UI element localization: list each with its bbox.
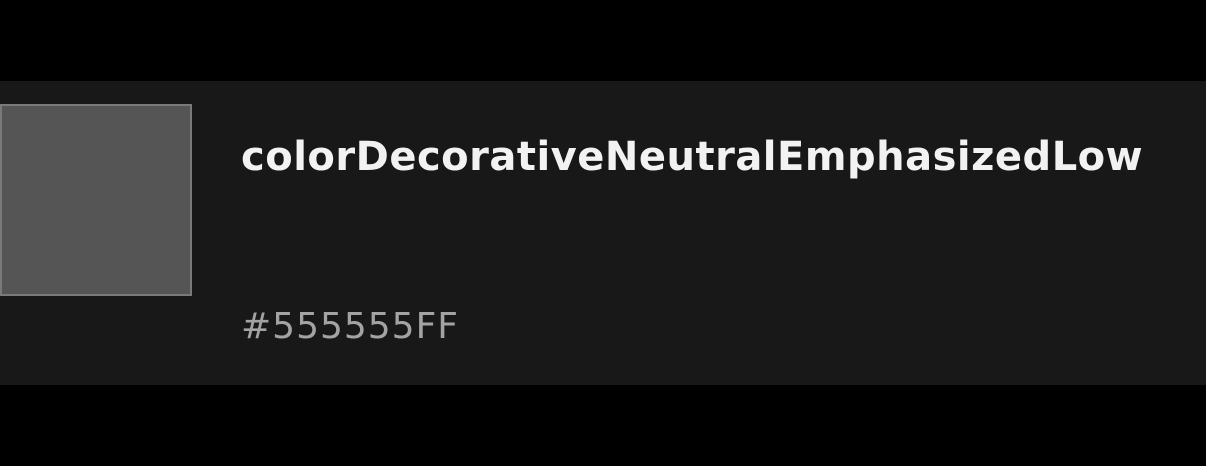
color-token-card: colorDecorativeNeutralEmphasizedLow #555… — [0, 81, 1206, 385]
token-name: colorDecorativeNeutralEmphasizedLow — [241, 134, 1144, 180]
color-swatch — [0, 104, 192, 296]
page: colorDecorativeNeutralEmphasizedLow #555… — [0, 0, 1206, 466]
token-hex-value: #555555FF — [241, 306, 460, 347]
